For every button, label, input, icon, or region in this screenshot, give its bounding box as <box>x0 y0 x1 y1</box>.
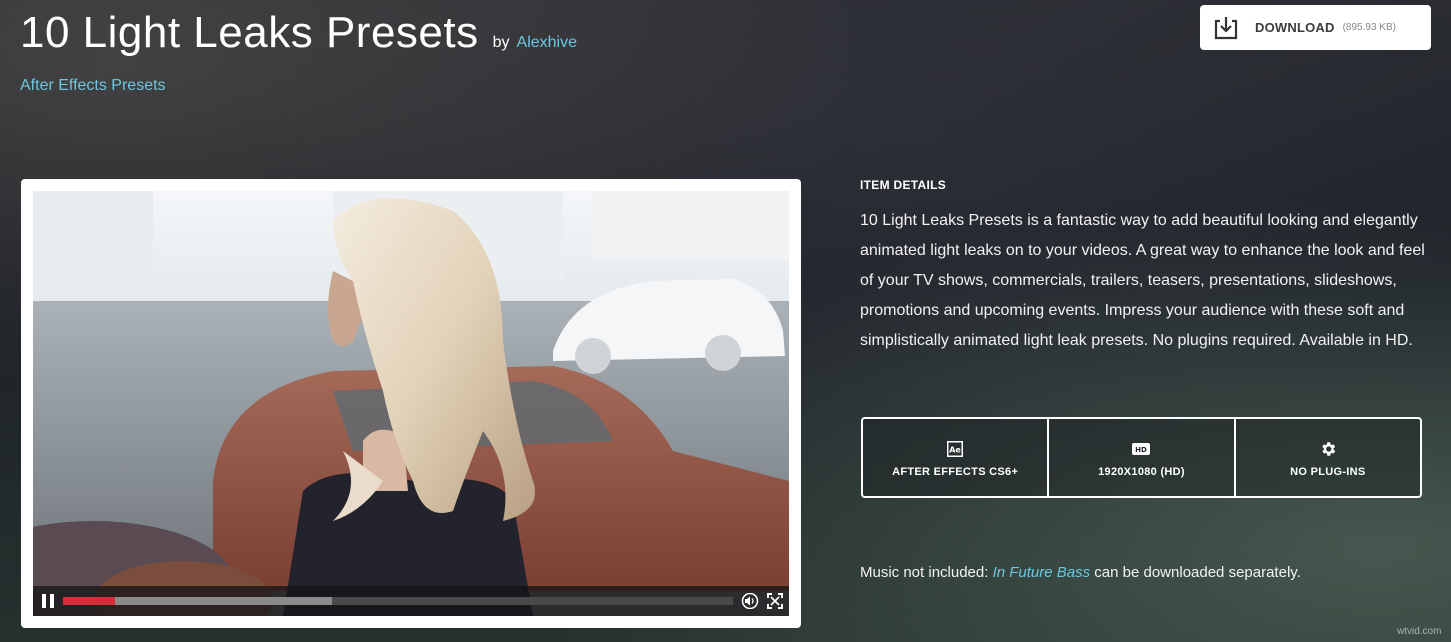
feature-after-effects: Ae AFTER EFFECTS CS6+ <box>863 419 1050 496</box>
download-icon <box>1213 15 1239 41</box>
download-label: DOWNLOAD <box>1255 20 1335 35</box>
video-frame[interactable] <box>33 191 789 616</box>
progress-bar[interactable] <box>63 597 733 605</box>
feature-resolution: HD 1920X1080 (HD) <box>1049 419 1236 496</box>
pause-icon[interactable] <box>33 586 63 616</box>
download-button[interactable]: DOWNLOAD (895.93 KB) <box>1200 5 1431 50</box>
hd-icon: HD <box>1132 438 1151 460</box>
feature-label: 1920X1080 (HD) <box>1098 465 1185 478</box>
watermark: wtvid.com <box>1397 626 1442 637</box>
music-note: Music not included: In Future Bass can b… <box>860 564 1301 581</box>
after-effects-icon: Ae <box>947 438 964 460</box>
player-controls <box>33 586 789 616</box>
progress-played <box>63 597 116 605</box>
video-still-image <box>33 191 789 616</box>
by-label: by <box>492 34 510 51</box>
music-note-prefix: Music not included: <box>860 564 993 581</box>
item-details: ITEM DETAILS 10 Light Leaks Presets is a… <box>860 178 1430 356</box>
fullscreen-icon[interactable] <box>763 586 787 616</box>
feature-label: AFTER EFFECTS CS6+ <box>892 465 1019 478</box>
item-description: 10 Light Leaks Presets is a fantastic wa… <box>860 212 1425 349</box>
page-title: 10 Light Leaks Presets <box>20 8 479 57</box>
item-details-heading: ITEM DETAILS <box>860 178 947 192</box>
music-note-suffix: can be downloaded separately. <box>1090 564 1301 581</box>
volume-icon[interactable] <box>739 586 761 616</box>
hd-icon-text: HD <box>1136 446 1148 454</box>
music-link[interactable]: In Future Bass <box>993 564 1091 581</box>
after-effects-icon-text: Ae <box>949 445 961 454</box>
feature-plugins: NO PLUG-INS <box>1236 419 1420 496</box>
category-link[interactable]: After Effects Presets <box>20 77 166 95</box>
video-player <box>21 179 801 628</box>
gear-icon <box>1319 438 1337 460</box>
author-link[interactable]: Alexhive <box>517 34 577 52</box>
feature-boxes: Ae AFTER EFFECTS CS6+ HD 1920X1080 (HD) … <box>861 417 1422 498</box>
feature-label: NO PLUG-INS <box>1290 465 1366 478</box>
download-size: (895.93 KB) <box>1342 22 1396 33</box>
title-row: 10 Light Leaks Presets by Alexhive <box>20 8 577 58</box>
